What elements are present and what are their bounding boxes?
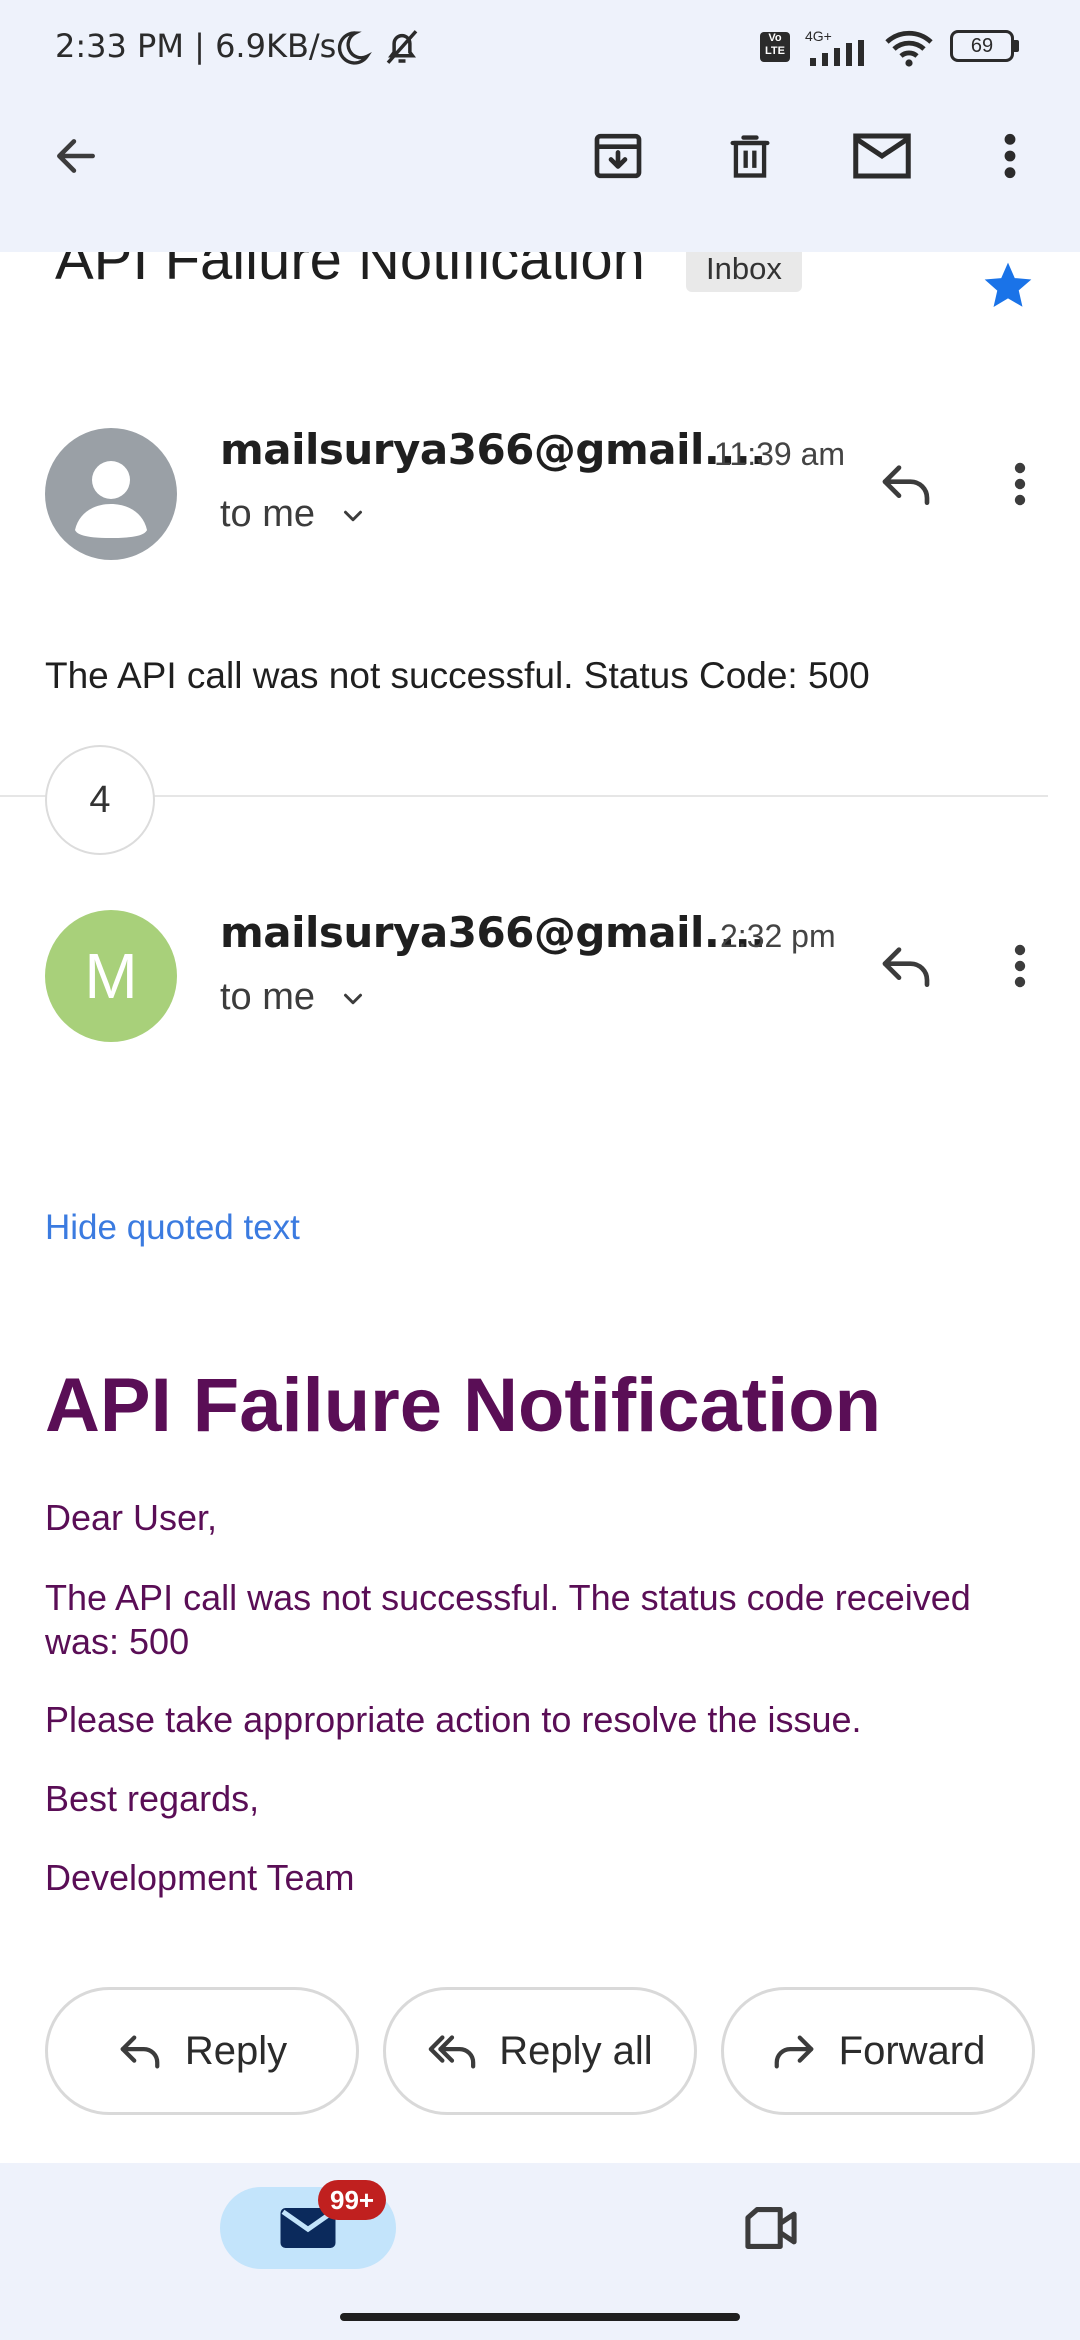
- app-bar-icons: [0, 100, 1080, 252]
- volte-icon: Vo LTE: [760, 32, 790, 62]
- person-icon: [75, 461, 147, 538]
- status-bar: 2:33 PM | 6.9KB/s Vo LTE 4G+ 69: [0, 0, 1080, 100]
- message-time: 2:32 pm: [720, 918, 836, 954]
- more-vert-icon-wrap[interactable]: [986, 120, 1034, 192]
- more-vert-icon: [1014, 944, 1026, 988]
- recipient-toggle[interactable]: to me: [220, 976, 368, 1019]
- archive-icon-wrap[interactable]: [582, 120, 654, 192]
- reply-all-action-button[interactable]: Reply all: [383, 1987, 697, 2115]
- wifi-icon: [885, 30, 933, 67]
- unread-badge: 99+: [318, 2180, 387, 2220]
- more-vert-icon: [1004, 133, 1016, 179]
- forward-action-label: Forward: [838, 2028, 986, 2073]
- email-body-line1: The API call was not successful. The sta…: [45, 1577, 971, 1662]
- chevron-down-icon: [343, 510, 362, 522]
- recipient-label: to me: [220, 976, 316, 1018]
- reply-action-label: Reply: [184, 2028, 288, 2073]
- bell-off-icon: [386, 30, 418, 64]
- reply-icon: [882, 947, 930, 987]
- reply-icon: [120, 2035, 160, 2069]
- sender-name[interactable]: mailsurya366@gmail....: [220, 908, 766, 957]
- reply-all-icon: [429, 2035, 476, 2069]
- signal-icon: [810, 40, 864, 66]
- video-icon: [745, 2207, 797, 2249]
- forward-icon: [774, 2035, 813, 2069]
- message-snippet[interactable]: The API call was not successful. Status …: [45, 655, 870, 697]
- reply-button[interactable]: [870, 930, 942, 1002]
- arrow-left-icon: [57, 139, 95, 173]
- collapsed-messages-count[interactable]: 4: [45, 745, 155, 855]
- hide-quoted-text-link[interactable]: Hide quoted text: [45, 1208, 300, 1248]
- message-time: 11:39 am: [714, 436, 846, 472]
- email-body-closing: Best regards,: [45, 1778, 260, 1819]
- email-body-greeting: Dear User,: [45, 1497, 218, 1538]
- message-more-button[interactable]: [1000, 930, 1040, 1002]
- forward-action-button[interactable]: Forward: [721, 1987, 1035, 2115]
- sender-avatar[interactable]: [45, 428, 177, 560]
- email-body-line2: Please take appropriate action to resolv…: [45, 1699, 862, 1740]
- recipient-toggle[interactable]: to me: [220, 493, 368, 536]
- do-not-disturb-icon: [337, 31, 372, 65]
- battery-tip: [1014, 40, 1019, 52]
- reply-button[interactable]: [870, 448, 942, 520]
- sender-name[interactable]: mailsurya366@gmail....: [220, 425, 766, 474]
- back-button-icon-wrap[interactable]: [40, 120, 112, 192]
- nav-meet-tab[interactable]: [736, 2196, 806, 2260]
- star-icon[interactable]: [980, 258, 1036, 314]
- email-body-signature: Development Team: [45, 1857, 355, 1898]
- sender-avatar-letter[interactable]: M: [45, 910, 177, 1042]
- home-indicator[interactable]: [340, 2313, 740, 2321]
- trash-icon: [730, 135, 770, 178]
- mail-icon-wrap[interactable]: [844, 120, 920, 192]
- status-time-speed: 2:33 PM | 6.9KB/s: [55, 27, 337, 65]
- email-body-title: API Failure Notification: [45, 1363, 882, 1448]
- trash-icon-wrap[interactable]: [714, 120, 786, 192]
- reply-action-button[interactable]: Reply: [45, 1987, 359, 2115]
- mail-icon: [853, 133, 911, 179]
- archive-icon: [594, 133, 642, 179]
- chevron-down-icon: [343, 993, 362, 1005]
- message-more-button[interactable]: [1000, 448, 1040, 520]
- more-vert-icon: [1014, 462, 1026, 506]
- battery-icon: 69: [950, 30, 1014, 62]
- reply-icon: [882, 465, 930, 505]
- battery-level: 69: [970, 34, 994, 57]
- recipient-label: to me: [220, 493, 316, 535]
- reply-all-action-label: Reply all: [499, 2028, 653, 2073]
- inbox-label-chip[interactable]: Inbox: [686, 246, 802, 292]
- collapsed-divider: [0, 795, 1048, 797]
